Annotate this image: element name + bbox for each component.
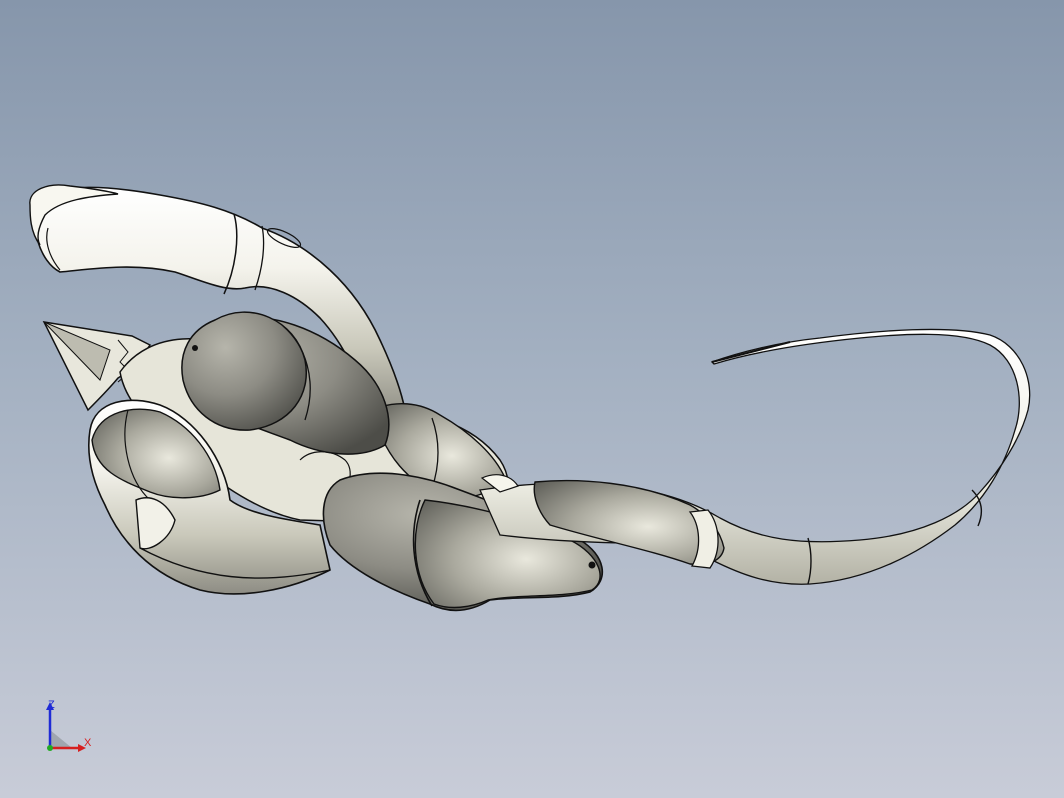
y-axis-icon [47, 745, 53, 751]
3d-model-view[interactable] [0, 0, 1064, 798]
x-axis-label: X [84, 737, 92, 749]
3d-viewport[interactable]: Z X [0, 0, 1064, 798]
triad-plane-icon [50, 730, 72, 748]
z-axis-label: Z [48, 699, 55, 711]
orientation-triad: Z X [38, 696, 102, 760]
